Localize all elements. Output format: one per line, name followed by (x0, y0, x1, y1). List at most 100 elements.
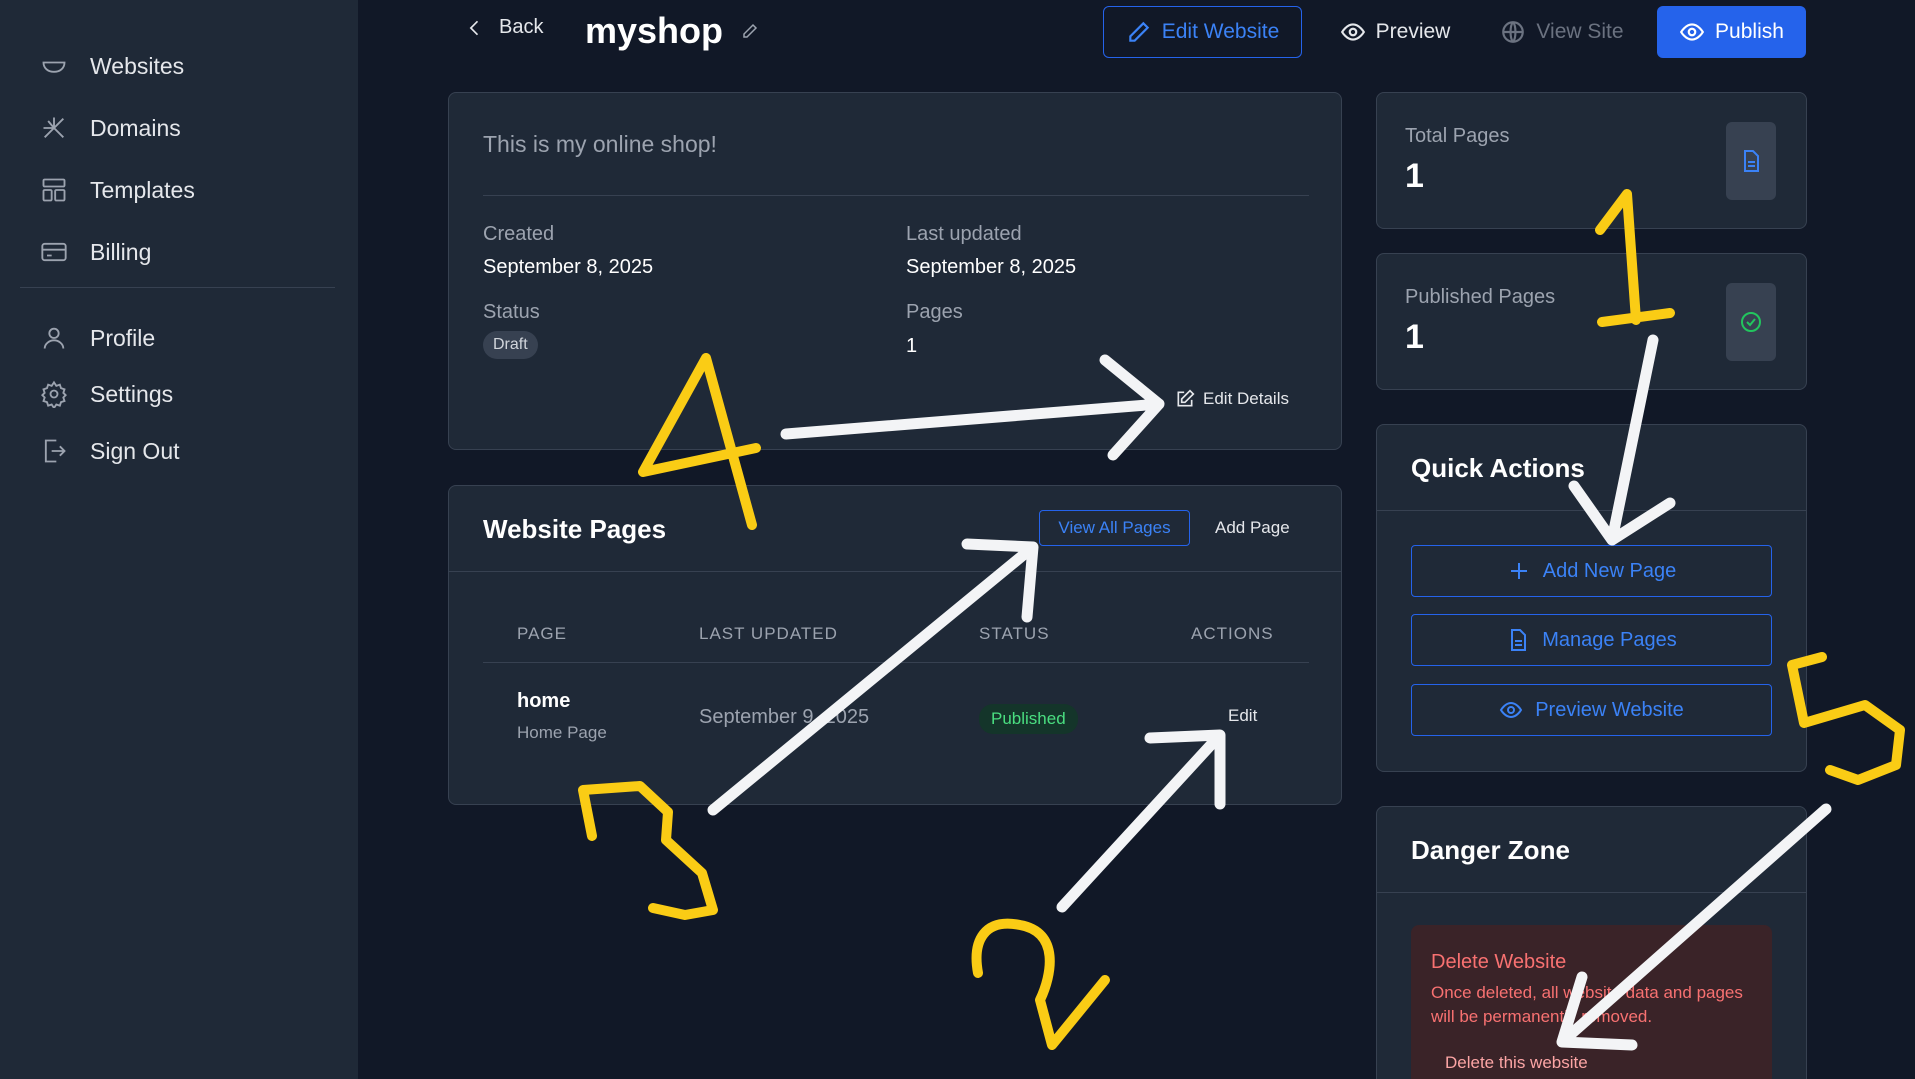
sidebar-item-label: Profile (90, 324, 156, 351)
page-subtitle: Home Page (517, 723, 607, 742)
document-icon (1744, 150, 1759, 172)
sidebar-item-websites[interactable]: Websites (40, 52, 184, 80)
check-icon-box (1726, 283, 1776, 361)
published-pages-card: Published Pages 1 (1376, 253, 1807, 390)
pages-header-divider (449, 571, 1341, 572)
eye-icon (1500, 701, 1523, 719)
edit-title-icon[interactable] (741, 22, 759, 40)
edit-page-button[interactable]: Edit (1228, 706, 1257, 726)
billing-icon (41, 242, 67, 262)
sidebar: Websites Domains Templates Billing Profi… (0, 0, 358, 1079)
document-icon-box (1726, 122, 1776, 200)
table-divider (483, 662, 1309, 663)
manage-pages-label: Manage Pages (1542, 628, 1677, 651)
eye-icon (1679, 23, 1705, 41)
edit-details-button[interactable]: Edit Details (1175, 389, 1289, 409)
publish-label: Publish (1715, 20, 1784, 43)
templates-icon (42, 178, 66, 202)
sidebar-item-sign-out[interactable]: Sign Out (40, 437, 180, 465)
quick-actions-title: Quick Actions (1411, 453, 1585, 483)
danger-zone-card: Danger Zone Delete Website Once deleted,… (1376, 806, 1807, 1079)
website-pages-title: Website Pages (483, 514, 667, 544)
gear-icon (41, 380, 67, 408)
sidebar-item-billing[interactable]: Billing (40, 238, 151, 266)
add-new-page-label: Add New Page (1542, 559, 1677, 582)
sidebar-item-label: Templates (90, 176, 195, 203)
quick-actions-divider (1377, 510, 1806, 511)
total-pages-card: Total Pages 1 (1376, 92, 1807, 229)
sidebar-item-label: Billing (90, 238, 152, 265)
preview-website-label: Preview Website (1535, 698, 1684, 721)
globe-icon (1502, 21, 1525, 43)
last-updated-label: Last updated (906, 223, 1022, 245)
preview-button[interactable]: Preview (1335, 6, 1455, 58)
page-last-updated: September 9, 2025 (699, 706, 870, 728)
status-badge: Published (979, 704, 1078, 734)
annotation-number-5 (1787, 652, 1905, 785)
back-label: Back (499, 16, 544, 38)
sidebar-item-domains[interactable]: Domains (40, 114, 181, 142)
document-icon (1511, 629, 1527, 651)
column-header-last-updated: LAST UPDATED (699, 624, 838, 643)
pencil-icon (1129, 21, 1149, 42)
sidebar-item-profile[interactable]: Profile (40, 324, 155, 352)
delete-website-warning: Once deleted, all website data and pages… (1431, 983, 1743, 1026)
delete-website-panel: Delete Website Once deleted, all website… (1411, 925, 1772, 1079)
back-button[interactable]: Back (465, 16, 543, 39)
sidebar-item-settings[interactable]: Settings (40, 380, 173, 408)
created-value: September 8, 2025 (483, 256, 654, 278)
total-pages-label: Total Pages (1405, 125, 1510, 147)
user-icon (43, 327, 65, 349)
preview-website-button[interactable]: Preview Website (1411, 684, 1772, 736)
sign-out-icon (44, 439, 66, 463)
info-divider (483, 195, 1309, 196)
plus-icon (1510, 563, 1527, 579)
website-pages-card: Website Pages View All Pages Add Page PA… (448, 485, 1342, 805)
column-header-actions: ACTIONS (1191, 624, 1274, 643)
annotation-number-2 (971, 918, 1110, 1050)
add-new-page-button[interactable]: Add New Page (1411, 545, 1772, 597)
page-name: home (517, 690, 571, 712)
edit-website-button[interactable]: Edit Website (1103, 6, 1302, 58)
published-pages-label: Published Pages (1405, 286, 1556, 308)
quick-actions-card: Quick Actions Add New Page Manage Pages … (1376, 424, 1807, 772)
eye-icon (1340, 23, 1365, 41)
sidebar-item-label: Domains (90, 114, 181, 141)
status-label: Status (483, 301, 540, 323)
view-site-label: View Site (1536, 20, 1624, 43)
website-info-card: This is my online shop! Created Septembe… (448, 92, 1342, 450)
edit-icon (1177, 389, 1195, 407)
sidebar-item-label: Websites (90, 52, 185, 79)
total-pages-value: 1 (1405, 157, 1424, 195)
delete-website-button[interactable]: Delete this website (1445, 1053, 1588, 1073)
websites-icon (42, 61, 66, 73)
danger-zone-title: Danger Zone (1411, 835, 1570, 865)
check-circle-icon (1741, 312, 1761, 332)
edit-details-label: Edit Details (1203, 389, 1289, 408)
sidebar-item-label: Settings (90, 380, 174, 407)
publish-button[interactable]: Publish (1657, 6, 1806, 58)
sidebar-divider (20, 287, 335, 288)
delete-website-title: Delete Website (1431, 951, 1567, 973)
annotation-number-3 (578, 781, 718, 920)
edit-website-label: Edit Website (1161, 20, 1280, 43)
pages-label: Pages (906, 301, 963, 323)
view-site-button[interactable]: View Site (1497, 6, 1627, 58)
published-pages-value: 1 (1405, 318, 1424, 356)
column-header-page: PAGE (517, 624, 567, 643)
view-all-pages-button[interactable]: View All Pages (1039, 510, 1190, 546)
domains-icon (43, 117, 64, 138)
last-updated-value: September 8, 2025 (906, 256, 1077, 278)
column-header-status: STATUS (979, 624, 1050, 643)
sidebar-item-label: Sign Out (90, 437, 180, 464)
status-badge: Draft (483, 331, 538, 359)
preview-label: Preview (1375, 20, 1451, 43)
sidebar-item-templates[interactable]: Templates (40, 176, 195, 204)
page-title: myshop (585, 10, 724, 51)
add-page-button[interactable]: Add Page (1215, 518, 1290, 538)
chevron-left-icon (469, 20, 479, 35)
danger-zone-divider (1377, 892, 1806, 893)
manage-pages-button[interactable]: Manage Pages (1411, 614, 1772, 666)
website-description: This is my online shop! (483, 131, 717, 157)
created-label: Created (483, 223, 555, 245)
